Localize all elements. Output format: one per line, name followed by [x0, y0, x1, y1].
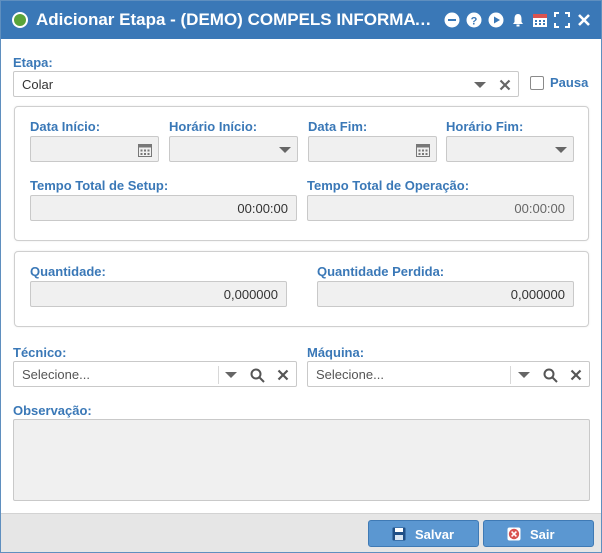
horario-inicio-select[interactable]	[169, 136, 298, 162]
chevron-down-icon[interactable]	[471, 76, 489, 94]
exit-button[interactable]: Sair	[483, 520, 594, 547]
maquina-label: Máquina:	[307, 345, 365, 360]
tecnico-label: Técnico:	[13, 345, 67, 360]
pausa-label: Pausa	[550, 75, 589, 90]
chevron-down-icon[interactable]	[515, 366, 533, 384]
chevron-down-icon[interactable]	[222, 366, 240, 384]
quantidade-perdida-field[interactable]: 0,000000	[317, 281, 574, 307]
quantidade-field[interactable]: 0,000000	[30, 281, 287, 307]
horario-fim-select[interactable]	[446, 136, 574, 162]
maquina-select[interactable]: Selecione...	[307, 361, 590, 387]
setup-value: 00:00:00	[237, 201, 288, 216]
horario-fim-label: Horário Fim:	[446, 119, 524, 134]
footer-bar: Salvar Sair	[1, 513, 601, 552]
tecnico-placeholder: Selecione...	[22, 367, 90, 382]
save-button[interactable]: Salvar	[368, 520, 479, 547]
svg-text:?: ?	[471, 16, 478, 28]
save-label: Salvar	[415, 527, 455, 542]
quantidade-label: Quantidade:	[30, 264, 106, 279]
pausa-checkbox[interactable]	[530, 76, 544, 90]
operacao-label: Tempo Total de Operação:	[307, 178, 470, 193]
observacao-textarea[interactable]	[13, 419, 590, 501]
search-icon[interactable]	[248, 366, 266, 384]
fullscreen-icon[interactable]	[554, 12, 570, 28]
operacao-field: 00:00:00	[307, 195, 574, 221]
bell-icon[interactable]	[510, 12, 526, 28]
etapa-label: Etapa:	[13, 55, 53, 70]
add-stage-dialog: Adicionar Etapa - (DEMO) COMPELS INFORMA…	[0, 0, 602, 553]
maquina-placeholder: Selecione...	[316, 367, 384, 382]
minus-circle-icon[interactable]	[444, 12, 460, 28]
clear-icon[interactable]	[274, 366, 292, 384]
quantidade-perdida-label: Quantidade Perdida:	[317, 264, 445, 279]
operacao-value: 00:00:00	[514, 201, 565, 216]
horario-inicio-label: Horário Início:	[169, 119, 258, 134]
quantidade-value: 0,000000	[223, 287, 278, 302]
data-fim-label: Data Fim:	[308, 119, 368, 134]
title-bar: Adicionar Etapa - (DEMO) COMPELS INFORMA…	[1, 1, 601, 39]
data-inicio-field[interactable]	[30, 136, 159, 162]
calendar-icon[interactable]	[414, 141, 432, 159]
divider	[510, 366, 511, 384]
observacao-label: Observação:	[13, 403, 92, 418]
etapa-select[interactable]: Colar	[13, 71, 519, 97]
clear-icon[interactable]	[567, 366, 585, 384]
search-icon[interactable]	[541, 366, 559, 384]
tecnico-select[interactable]: Selecione...	[13, 361, 297, 387]
data-inicio-label: Data Início:	[30, 119, 101, 134]
calendar-icon[interactable]	[532, 12, 548, 28]
save-icon	[392, 527, 406, 541]
chevron-down-icon[interactable]	[552, 141, 570, 159]
divider	[218, 366, 219, 384]
quantidade-perdida-value: 0,000000	[510, 287, 565, 302]
exit-icon	[507, 527, 521, 541]
etapa-value: Colar	[22, 77, 54, 92]
setup-field: 00:00:00	[30, 195, 297, 221]
calendar-icon[interactable]	[136, 141, 154, 159]
play-icon[interactable]	[488, 12, 504, 28]
clear-icon[interactable]	[496, 76, 514, 94]
window-title: Adicionar Etapa - (DEMO) COMPELS INFORMA…	[36, 10, 436, 29]
close-icon[interactable]	[576, 12, 592, 28]
plus-circle-icon	[12, 12, 28, 28]
data-fim-field[interactable]	[308, 136, 437, 162]
help-icon[interactable]: ?	[466, 12, 482, 28]
exit-label: Sair	[530, 527, 555, 542]
setup-label: Tempo Total de Setup:	[30, 178, 169, 193]
chevron-down-icon[interactable]	[276, 141, 294, 159]
